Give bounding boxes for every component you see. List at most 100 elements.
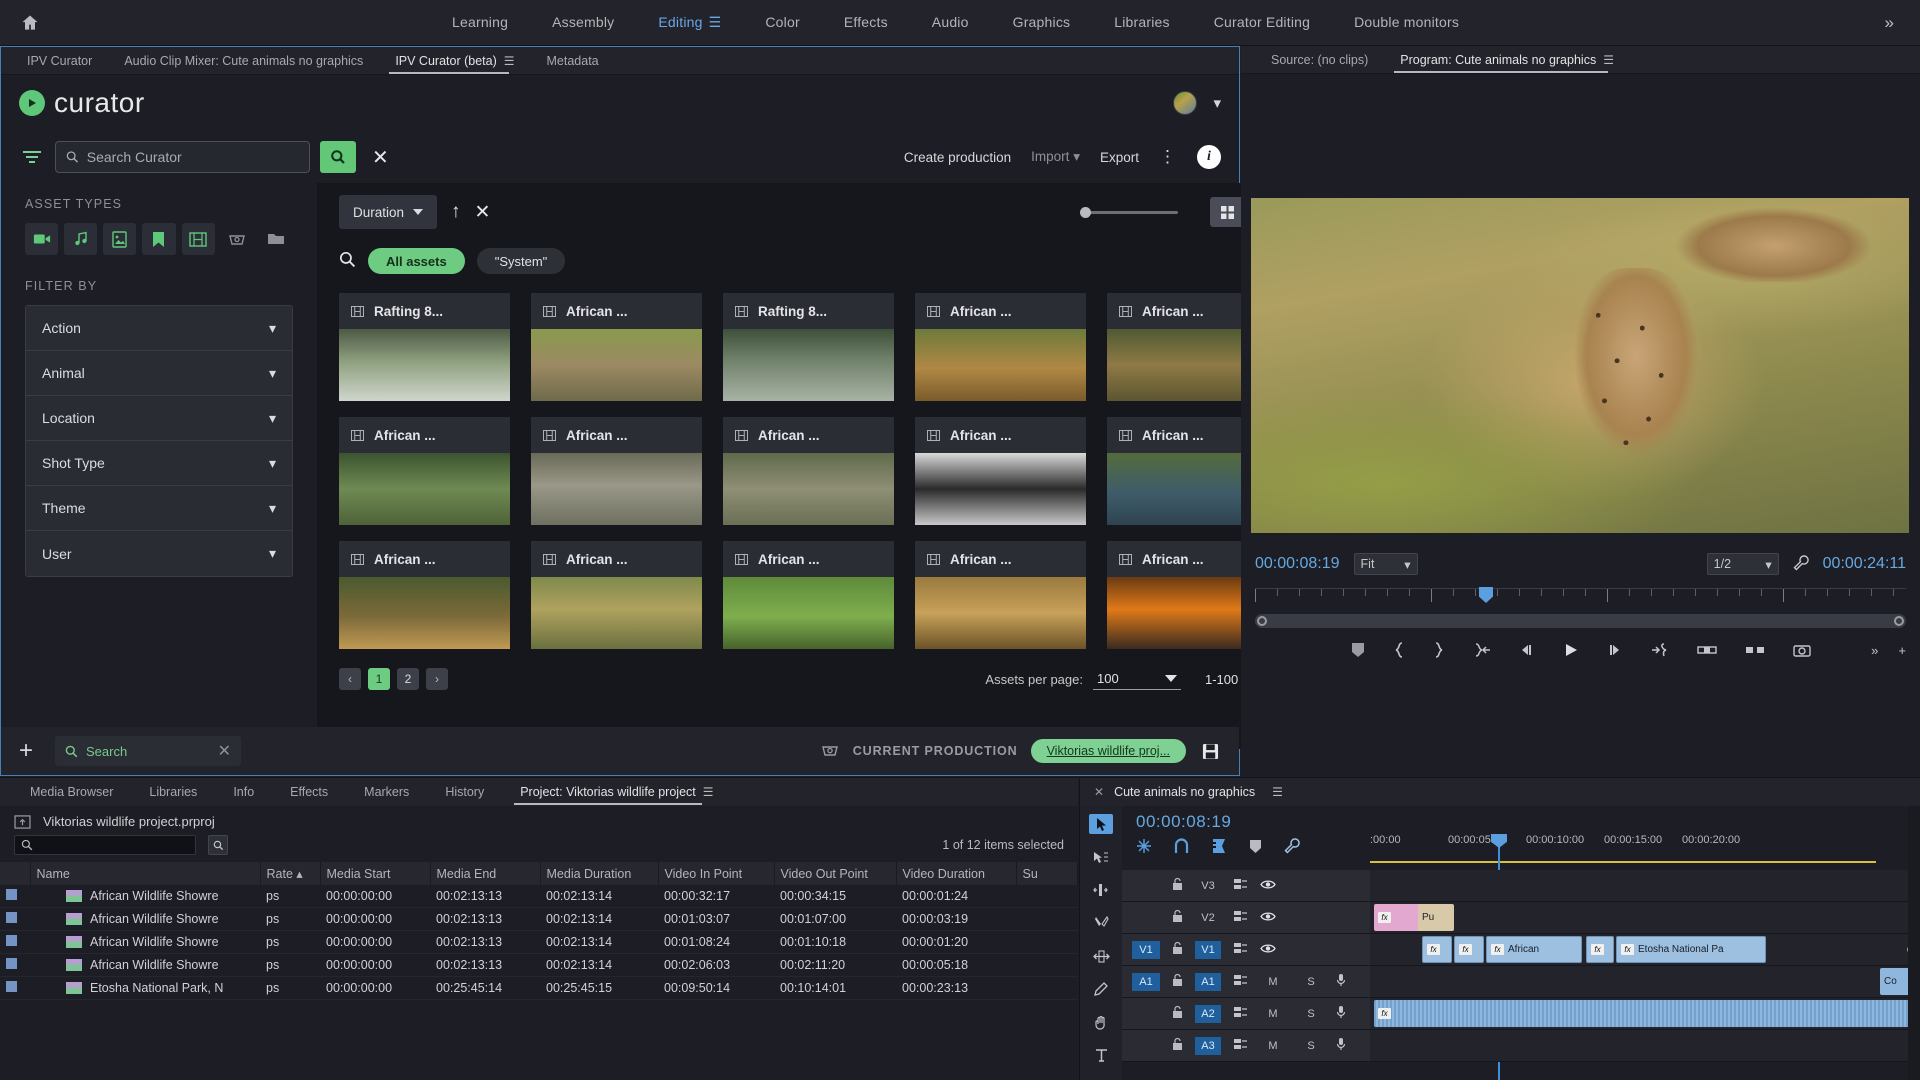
row-name[interactable]: Etosha National Park, N <box>30 976 260 1000</box>
export-frame-button[interactable] <box>1792 643 1811 657</box>
chevron-down-icon[interactable]: ▾ <box>1213 94 1221 112</box>
page-prev-button[interactable]: ‹ <box>339 668 361 690</box>
add-button-icon[interactable]: + <box>1898 643 1906 658</box>
timeline-current-timecode[interactable]: 00:00:08:19 <box>1136 812 1231 832</box>
source-patch-v3[interactable] <box>1132 877 1160 895</box>
add-marker-button[interactable] <box>1351 642 1365 658</box>
more-options-icon[interactable]: ⋮ <box>1159 147 1177 167</box>
tab-media-browser[interactable]: Media Browser <box>12 781 131 803</box>
col-rate[interactable]: Rate ▴ <box>260 862 321 885</box>
program-playhead[interactable] <box>1479 587 1493 603</box>
go-to-out-button[interactable] <box>1651 643 1669 657</box>
asset-card[interactable]: African ... <box>339 417 510 525</box>
program-video-view[interactable] <box>1251 198 1909 533</box>
track-targeting-icon[interactable] <box>1233 910 1248 926</box>
linked-selection-button[interactable] <box>1136 838 1152 857</box>
asset-type-production-button[interactable] <box>221 223 254 255</box>
voice-record-icon[interactable] <box>1336 973 1346 990</box>
program-current-timecode[interactable]: 00:00:08:19 <box>1255 555 1340 573</box>
tab-history[interactable]: History <box>427 781 502 803</box>
asset-card[interactable]: African ... <box>531 293 702 401</box>
source-patch-v1[interactable]: V1 <box>1132 940 1160 959</box>
asset-type-sequence-button[interactable] <box>181 223 215 255</box>
tab-project[interactable]: Project: Viktorias wildlife project ☰ <box>502 781 731 805</box>
asset-type-folder-button[interactable] <box>260 223 293 255</box>
asset-card[interactable]: Rafting 8... <box>723 293 894 401</box>
page-button-2[interactable]: 2 <box>397 668 419 690</box>
search-submit-button[interactable] <box>320 141 356 173</box>
settings-wrench-icon[interactable] <box>1793 554 1809 574</box>
marker-overlay-button[interactable] <box>1211 838 1227 857</box>
track-targeting-icon[interactable] <box>1233 974 1248 990</box>
row-name[interactable]: African Wildlife Showre <box>30 953 260 977</box>
row-name[interactable]: African Wildlife Showre <box>30 885 260 908</box>
chip-system[interactable]: "System" <box>476 248 566 274</box>
type-tool-button[interactable] <box>1089 1045 1113 1065</box>
filter-row-location[interactable]: Location ▾ <box>26 396 292 441</box>
solo-track-button[interactable]: S <box>1298 973 1324 991</box>
filter-row-user[interactable]: User ▾ <box>26 531 292 576</box>
create-production-button[interactable]: Create production <box>904 150 1011 165</box>
step-forward-button[interactable] <box>1607 643 1623 657</box>
row-name[interactable]: African Wildlife Showre <box>30 930 260 954</box>
close-icon[interactable]: ✕ <box>218 741 231 761</box>
toggle-track-output-icon[interactable] <box>1260 910 1276 925</box>
panel-menu-icon[interactable]: ☰ <box>703 785 714 799</box>
col-name[interactable]: Name <box>30 862 261 885</box>
track-targeting-icon[interactable] <box>1233 878 1248 894</box>
save-button[interactable] <box>1199 740 1221 762</box>
tab-audio-clip-mixer[interactable]: Audio Clip Mixer: Cute animals no graphi… <box>108 50 379 72</box>
import-button[interactable]: Import ▾ <box>1031 149 1080 165</box>
workspace-tab-double-monitors[interactable]: Double monitors <box>1332 8 1481 36</box>
avatar[interactable] <box>1173 91 1198 115</box>
clear-sort-button[interactable]: ✕ <box>475 201 491 224</box>
go-to-in-button[interactable] <box>1473 643 1491 657</box>
button-editor-icon[interactable]: » <box>1871 643 1878 658</box>
razor-tool-button[interactable] <box>1089 913 1113 933</box>
table-row[interactable]: African Wildlife Showre ps 00:00:00:00 0… <box>0 907 1078 931</box>
track-content-v2[interactable]: fx Pu VRS fxAfrican VR <box>1370 902 1920 933</box>
workspace-tab-graphics[interactable]: Graphics <box>991 8 1093 36</box>
step-back-button[interactable] <box>1519 643 1535 657</box>
zoom-level-select[interactable]: Fit ▾ <box>1353 553 1418 575</box>
sort-dropdown[interactable]: Duration <box>339 195 438 229</box>
track-targeting-icon[interactable] <box>1233 1038 1248 1054</box>
asset-type-bookmark-button[interactable] <box>142 223 176 255</box>
track-name-v3[interactable]: V3 <box>1195 877 1221 895</box>
program-time-ruler[interactable] <box>1255 587 1906 614</box>
lock-track-icon[interactable] <box>1172 1005 1183 1022</box>
workspace-tab-audio[interactable]: Audio <box>910 8 991 36</box>
voice-record-icon[interactable] <box>1336 1005 1346 1022</box>
chip-all-assets[interactable]: All assets <box>368 248 465 274</box>
tab-ipv-curator[interactable]: IPV Curator <box>11 50 108 72</box>
tab-program[interactable]: Program: Cute animals no graphics ☰ <box>1384 49 1630 73</box>
panel-menu-icon[interactable]: ☰ <box>1603 53 1614 67</box>
timeline-clip[interactable]: fx <box>1422 936 1452 963</box>
tab-libraries[interactable]: Libraries <box>131 781 215 803</box>
source-patch-a2[interactable] <box>1132 1005 1160 1023</box>
col-media-start[interactable]: Media Start <box>320 862 431 885</box>
track-content-v3[interactable]: Cro fx G <box>1370 870 1920 901</box>
playback-resolution-select[interactable]: 1/2 ▾ <box>1706 553 1779 575</box>
play-button[interactable] <box>1563 642 1579 658</box>
grid-view-button[interactable] <box>1210 197 1244 227</box>
project-filter-bin-button[interactable] <box>208 835 228 855</box>
workspace-overflow-icon[interactable]: » <box>1885 13 1894 33</box>
lock-track-icon[interactable] <box>1172 909 1183 926</box>
mark-in-button[interactable] <box>1393 642 1405 658</box>
hand-tool-button[interactable] <box>1089 1012 1113 1032</box>
track-name-a1[interactable]: A1 <box>1195 972 1221 991</box>
track-content-a3[interactable] <box>1370 1030 1920 1061</box>
timeline-clip[interactable]: fx <box>1586 936 1614 963</box>
source-patch-a3[interactable] <box>1132 1037 1160 1055</box>
source-patch-a1[interactable]: A1 <box>1132 972 1160 991</box>
timeline-clip[interactable]: Co <box>1880 968 1910 995</box>
mark-out-button[interactable] <box>1433 642 1445 658</box>
tab-markers[interactable]: Markers <box>346 781 427 803</box>
solo-track-button[interactable]: S <box>1298 1005 1324 1023</box>
mute-track-button[interactable]: M <box>1260 1005 1286 1023</box>
add-button[interactable]: + <box>19 737 33 765</box>
table-row[interactable]: African Wildlife Showre ps 00:00:00:00 0… <box>0 930 1078 954</box>
sort-direction-button[interactable]: ↑ <box>451 201 461 223</box>
source-patch-v2[interactable] <box>1132 909 1160 927</box>
